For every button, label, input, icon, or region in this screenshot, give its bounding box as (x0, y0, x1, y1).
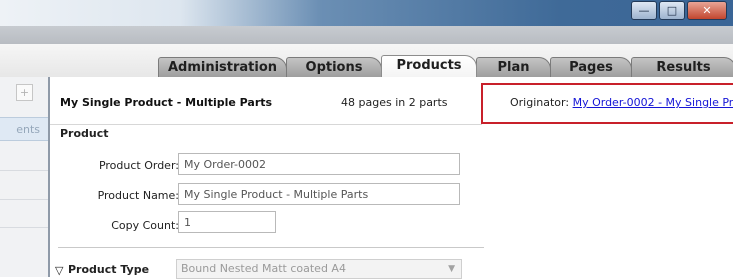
maximize-icon[interactable]: □ (659, 1, 685, 20)
sidebar-tab-components[interactable]: ents (0, 117, 48, 141)
close-icon[interactable]: ✕ (687, 1, 727, 20)
left-sidebar: + ents (0, 77, 50, 277)
product-order-label: Product Order: (98, 159, 179, 172)
product-type-label: Product Type (68, 263, 150, 276)
product-name-field[interactable] (178, 183, 460, 205)
product-order-field[interactable] (178, 153, 460, 175)
originator-label: Originator: (510, 96, 570, 109)
tab-options[interactable]: Options (286, 57, 382, 77)
minimize-icon[interactable]: — (631, 1, 657, 20)
sidebar-divider (0, 170, 48, 171)
section-divider (50, 124, 482, 147)
product-type-select[interactable]: Bound Nested Matt coated A4 ▼ (176, 259, 462, 279)
originator-row: Originator: My Order-0002 - My Single Pr… (510, 96, 733, 109)
section-separator (58, 247, 484, 248)
sidebar-divider (0, 199, 48, 200)
product-name-label: Product Name: (97, 189, 179, 202)
copy-count-field[interactable] (178, 211, 276, 233)
product-panel: My Single Product - Multiple Parts 48 pa… (50, 77, 733, 279)
window-title-bar: — □ ✕ (0, 0, 733, 26)
copy-count-label: Copy Count: (111, 219, 179, 232)
chevron-down-icon: ▼ (448, 264, 455, 274)
product-type-value: Bound Nested Matt coated A4 (181, 262, 346, 275)
tab-administration[interactable]: Administration (158, 57, 287, 77)
tab-products[interactable]: Products (381, 55, 477, 77)
toolbar-strip (0, 26, 733, 44)
originator-link[interactable]: My Order-0002 - My Single Product (573, 96, 733, 109)
tab-bar: Administration Options Products Plan Pag… (0, 44, 733, 77)
product-title: My Single Product - Multiple Parts (60, 96, 273, 109)
tab-pages[interactable]: Pages (550, 57, 632, 77)
section-title-product: Product (60, 127, 109, 140)
sidebar-divider (0, 227, 48, 228)
pages-info: 48 pages in 2 parts (341, 96, 448, 109)
tab-plan[interactable]: Plan (476, 57, 551, 77)
tab-results[interactable]: Results (631, 57, 733, 77)
window-controls: — □ ✕ (631, 1, 727, 20)
collapse-arrow-icon[interactable]: ▽ (55, 264, 63, 277)
plus-icon[interactable]: + (16, 84, 33, 101)
